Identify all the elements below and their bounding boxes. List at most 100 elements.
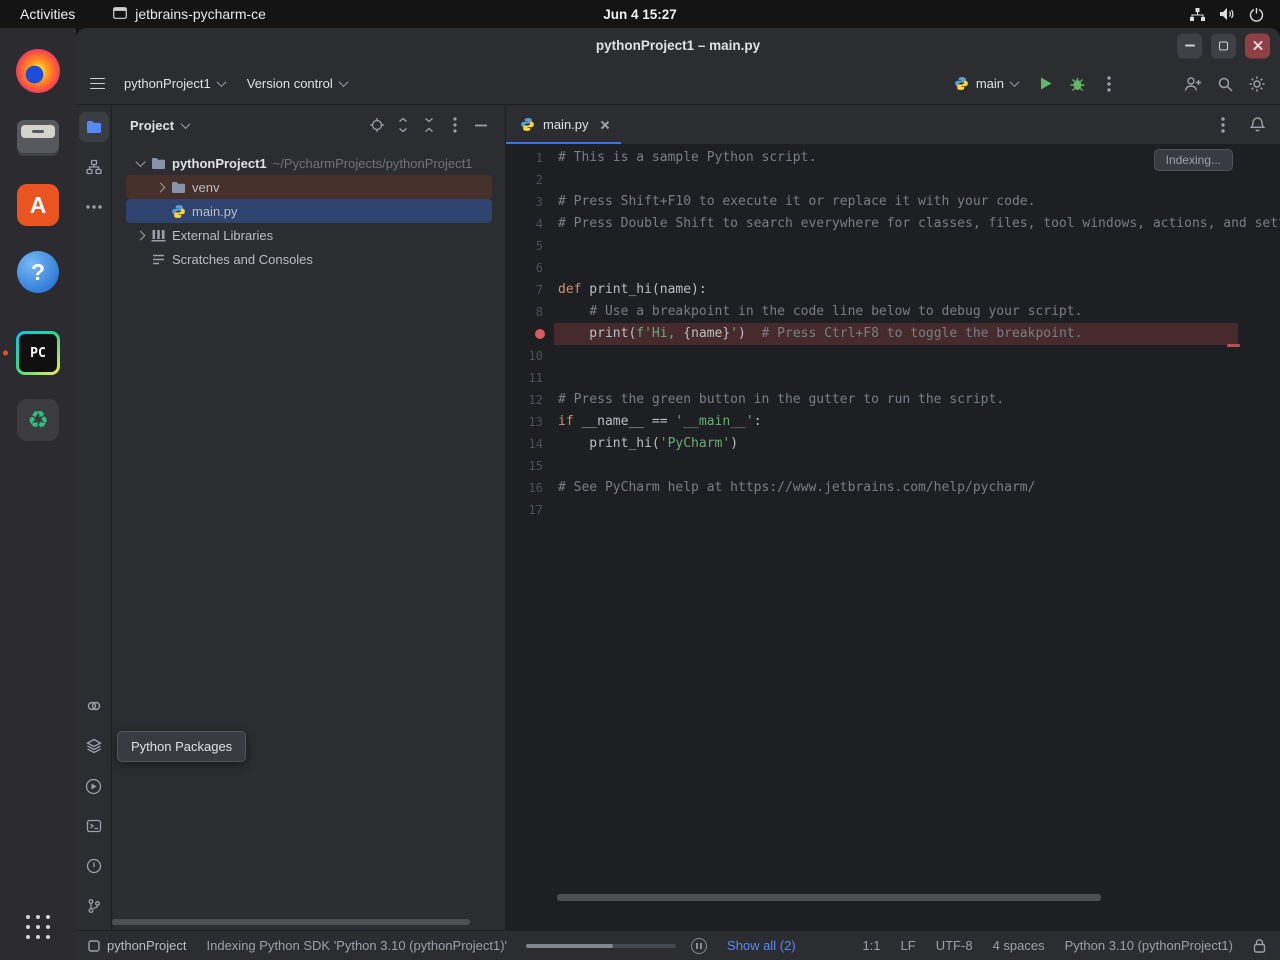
- tab-options-button[interactable]: [1221, 117, 1225, 133]
- gutter-line-number[interactable]: 15: [506, 455, 554, 477]
- code-line-14[interactable]: 14 print_hi('PyCharm'): [506, 433, 1280, 455]
- dock-files[interactable]: [0, 109, 76, 167]
- show-all-link[interactable]: Show all (2): [717, 938, 806, 953]
- tree-item-pythonproject1[interactable]: pythonProject1~/PycharmProjects/pythonPr…: [126, 151, 492, 175]
- chevron-right-icon[interactable]: [132, 232, 148, 239]
- window-titlebar[interactable]: pythonProject1 – main.py: [76, 28, 1280, 63]
- gutter-line-number[interactable]: 17: [506, 499, 554, 521]
- search-everywhere-button[interactable]: [1210, 69, 1240, 99]
- notifications-bell-button[interactable]: [1249, 116, 1266, 133]
- gutter-breakpoint[interactable]: [506, 323, 554, 345]
- project-horizontal-scrollbar[interactable]: [112, 919, 470, 925]
- volume-icon[interactable]: [1219, 7, 1235, 21]
- gutter-line-number[interactable]: 3: [506, 191, 554, 213]
- more-tool-windows-button[interactable]: [77, 187, 111, 227]
- dock-firefox[interactable]: [0, 42, 76, 100]
- code-with-me-button[interactable]: [1178, 69, 1208, 99]
- structure-tool-button[interactable]: [77, 147, 111, 187]
- code-line-9[interactable]: print(f'Hi, {name}') # Press Ctrl+F8 to …: [506, 323, 1280, 345]
- tree-item-external-libraries[interactable]: External Libraries: [126, 223, 492, 247]
- network-icon[interactable]: [1190, 8, 1205, 21]
- code-line-2[interactable]: 2: [506, 169, 1280, 191]
- code-line-7[interactable]: 7def print_hi(name):: [506, 279, 1280, 301]
- tab-main-py[interactable]: main.py: [506, 105, 621, 144]
- breakpoint-dot[interactable]: [535, 329, 545, 339]
- power-icon[interactable]: [1249, 7, 1264, 22]
- gutter-line-number[interactable]: 4: [506, 213, 554, 235]
- dock-help[interactable]: ?: [0, 243, 76, 301]
- minimize-button[interactable]: [1177, 33, 1202, 58]
- gutter-line-number[interactable]: 7: [506, 279, 554, 301]
- chevron-down-icon[interactable]: [132, 160, 148, 167]
- more-actions-button[interactable]: [1094, 69, 1124, 99]
- gutter-line-number[interactable]: 8: [506, 301, 554, 323]
- pause-icon[interactable]: [691, 938, 707, 954]
- indent-widget[interactable]: 4 spaces: [983, 938, 1055, 953]
- run-button[interactable]: [1030, 69, 1060, 99]
- dock-software-updater[interactable]: ♻: [0, 391, 76, 449]
- main-menu-button[interactable]: [82, 69, 112, 99]
- code-line-16[interactable]: 16# See PyCharm help at https://www.jetb…: [506, 477, 1280, 499]
- activities-button[interactable]: Activities: [20, 6, 75, 22]
- gutter-line-number[interactable]: 14: [506, 433, 554, 455]
- tab-close-icon[interactable]: [599, 119, 611, 131]
- indexing-progress-widget[interactable]: Indexing Python SDK 'Python 3.10 (python…: [197, 938, 718, 954]
- app-indicator[interactable]: jetbrains-pycharm-ce: [113, 6, 266, 22]
- close-button[interactable]: [1245, 33, 1270, 58]
- terminal-tool-button[interactable]: [77, 806, 111, 846]
- workspace-widget[interactable]: pythonProject: [88, 938, 197, 953]
- project-selector[interactable]: pythonProject1: [114, 70, 235, 97]
- version-control-tool-button[interactable]: [77, 886, 111, 926]
- hide-panel-button[interactable]: [473, 117, 489, 133]
- run-tool-button[interactable]: [77, 766, 111, 806]
- run-config-selector[interactable]: main: [944, 70, 1028, 97]
- code-line-10[interactable]: 10: [506, 345, 1280, 367]
- editor-horizontal-scrollbar[interactable]: [557, 894, 1101, 901]
- dock-pycharm[interactable]: PC: [0, 324, 76, 382]
- gutter-line-number[interactable]: 6: [506, 257, 554, 279]
- settings-button[interactable]: [1242, 69, 1272, 99]
- maximize-button[interactable]: [1211, 33, 1236, 58]
- tree-item-main-py[interactable]: main.py: [126, 199, 492, 223]
- editor[interactable]: 1# This is a sample Python script.2 3# P…: [506, 145, 1280, 930]
- code-line-5[interactable]: 5: [506, 235, 1280, 257]
- show-applications-button[interactable]: [23, 912, 53, 942]
- code-line-12[interactable]: 12# Press the green button in the gutter…: [506, 389, 1280, 411]
- gutter-line-number[interactable]: 13: [506, 411, 554, 433]
- gutter-line-number[interactable]: 16: [506, 477, 554, 499]
- code-line-3[interactable]: 3# Press Shift+F10 to execute it or repl…: [506, 191, 1280, 213]
- tree-item-venv[interactable]: venv: [126, 175, 492, 199]
- code-line-4[interactable]: 4# Press Double Shift to search everywhe…: [506, 213, 1280, 235]
- interpreter-widget[interactable]: Python 3.10 (pythonProject1): [1055, 938, 1243, 953]
- vcs-selector[interactable]: Version control: [237, 70, 357, 97]
- code-line-11[interactable]: 11: [506, 367, 1280, 389]
- caret-position-widget[interactable]: 1:1: [852, 938, 890, 953]
- problems-tool-button[interactable]: [77, 846, 111, 886]
- panel-options-button[interactable]: [447, 117, 463, 133]
- python-console-tool-button[interactable]: [77, 686, 111, 726]
- expand-all-button[interactable]: [395, 117, 411, 133]
- clock[interactable]: Jun 4 15:27: [603, 7, 677, 22]
- chevron-right-icon[interactable]: [152, 184, 168, 191]
- gutter-line-number[interactable]: 10: [506, 345, 554, 367]
- code-line-13[interactable]: 13if __name__ == '__main__':: [506, 411, 1280, 433]
- python-packages-tool-button[interactable]: [77, 726, 111, 766]
- dock-ubuntu-software[interactable]: A: [0, 176, 76, 234]
- locate-file-button[interactable]: [369, 117, 385, 133]
- encoding-widget[interactable]: UTF-8: [926, 938, 983, 953]
- debug-button[interactable]: [1062, 69, 1092, 99]
- code-line-8[interactable]: 8 # Use a breakpoint in the code line be…: [506, 301, 1280, 323]
- project-tool-button[interactable]: [77, 107, 111, 147]
- code-line-15[interactable]: 15: [506, 455, 1280, 477]
- line-separator-widget[interactable]: LF: [891, 938, 926, 953]
- tree-item-scratches-and-consoles[interactable]: Scratches and Consoles: [126, 247, 492, 271]
- code-line-17[interactable]: 17: [506, 499, 1280, 521]
- collapse-all-button[interactable]: [421, 117, 437, 133]
- gutter-line-number[interactable]: 11: [506, 367, 554, 389]
- gutter-line-number[interactable]: 12: [506, 389, 554, 411]
- gutter-line-number[interactable]: 2: [506, 169, 554, 191]
- code-line-6[interactable]: 6: [506, 257, 1280, 279]
- gutter-line-number[interactable]: 1: [506, 147, 554, 169]
- project-panel-title[interactable]: Project: [130, 118, 174, 133]
- lock-widget[interactable]: [1243, 938, 1266, 953]
